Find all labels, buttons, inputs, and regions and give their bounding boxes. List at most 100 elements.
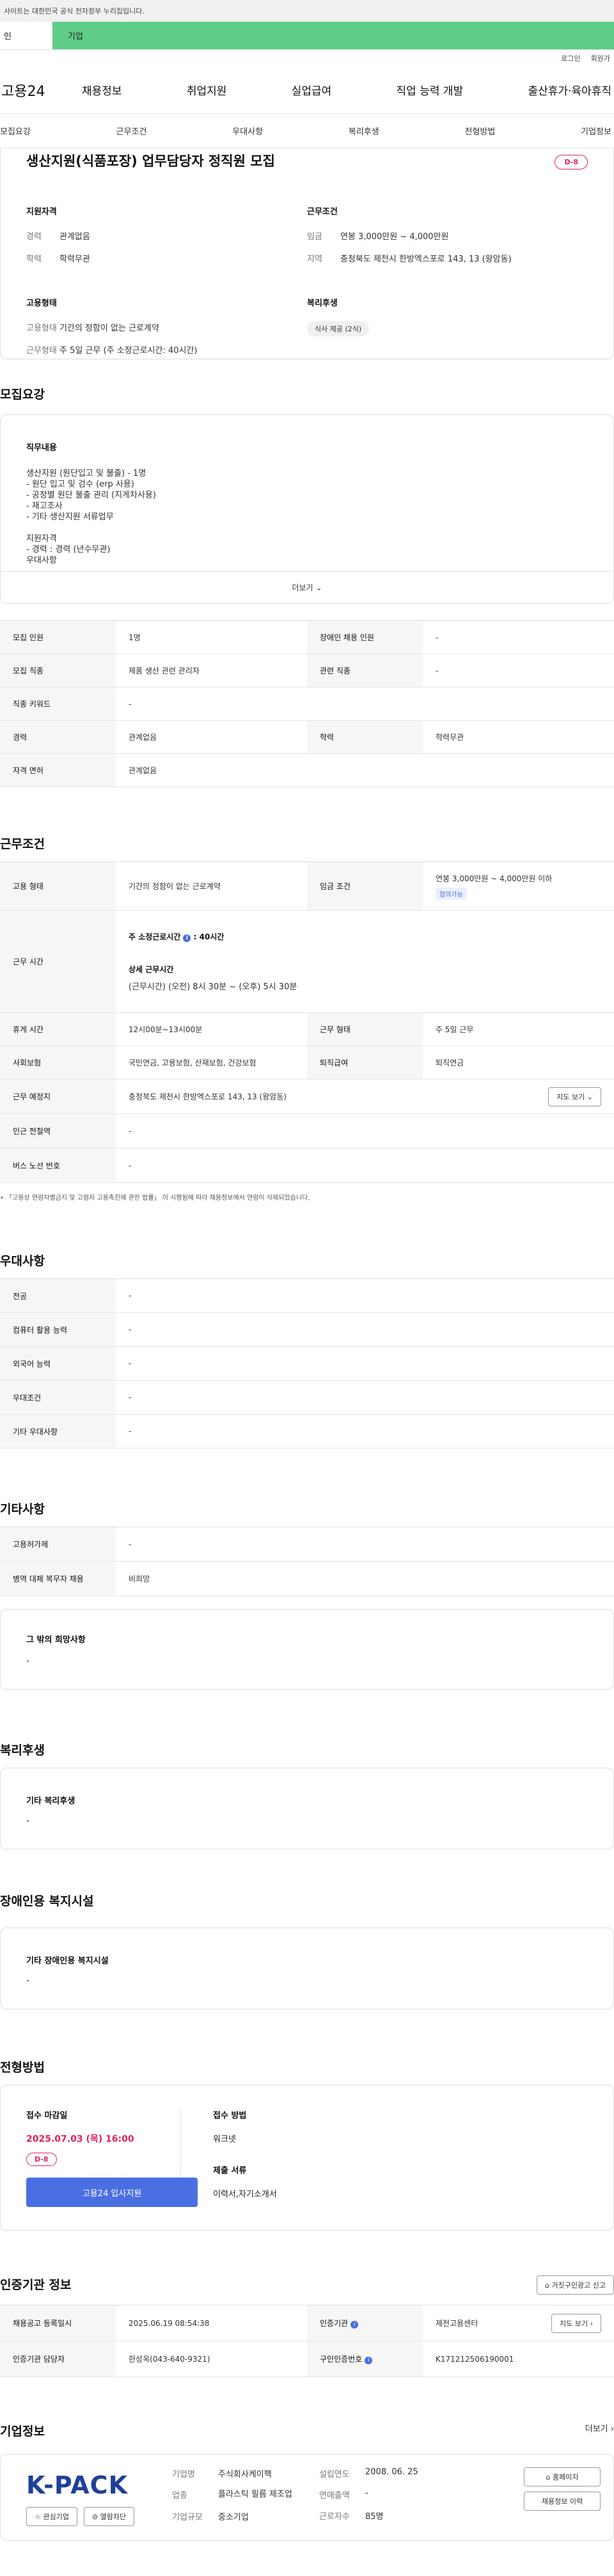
cell-label: 컴퓨터 활용 능력 — [0, 1312, 116, 1347]
duty-line: - 공정별 원단 불출 관리 (지게차사용) — [26, 491, 156, 500]
star-icon: ☆ — [35, 2513, 41, 2521]
agency-map-button[interactable]: 지도 보기 › — [551, 2313, 601, 2333]
table-row: 사회보험 국민연금, 고용보험, 산재보험, 건강보험 퇴직급여 퇴직연금 — [0, 1046, 614, 1080]
value: 주 5일 근무 (주 소정근로시간: 40시간) — [59, 346, 198, 356]
gnb-item-unemployment[interactable]: 실업급여 — [292, 82, 332, 98]
section-title-disability: 장애인용 복지시설 — [0, 1894, 94, 1908]
company-info-2: 설립연도 2008. 06. 25 연매출액 - 근로자수 85명 — [319, 2467, 473, 2540]
label: 설립연도 — [319, 2470, 350, 2479]
table-row: 버스 노선 번호 - — [0, 1148, 614, 1183]
num-label: 구인인증번호 — [320, 2355, 363, 2364]
report-button[interactable]: ⌂ 거짓구인광고 신고 — [537, 2275, 614, 2295]
cell-label: 병역 대체 복무자 채용 — [0, 1561, 116, 1596]
value: 85명 — [365, 2512, 384, 2522]
cell-value: - — [116, 1148, 614, 1183]
info-icon[interactable]: i — [350, 2321, 359, 2329]
section-title-etc: 기타사항 — [0, 1502, 45, 1516]
cell-value: - — [423, 620, 614, 654]
homepage-button[interactable]: ⌂ 홈페이지 — [524, 2467, 601, 2486]
table-row: 인근 전철역 - — [0, 1113, 614, 1149]
anchor-welfare[interactable]: 복리후생 — [349, 125, 379, 137]
duty-line: - 경력 : 경력 (년수무관) — [26, 545, 111, 554]
summary-heading: 지원자격 — [26, 207, 57, 217]
table-row: 컴퓨터 활용 능력 - — [0, 1312, 614, 1347]
duty-line: - 재고조사 — [26, 501, 63, 511]
history-button[interactable]: 채용정보 이력 — [524, 2492, 601, 2511]
label: 기업명 — [172, 2470, 195, 2479]
welfare-heading: 기타 복리후생 — [26, 1796, 75, 1806]
value: 관계없음 — [59, 232, 90, 242]
deadline-dday: D-8 — [26, 2153, 57, 2166]
table-row: 근무 시간 주 소정근로시간 i : 40시간 상세 근무시간 (근무시간) (오… — [0, 910, 614, 1013]
cell-label: 모집 인원 — [0, 620, 116, 654]
global-nav: 고용24 채용정보 취업지원 실업급여 직업 능력 개발 출산휴가·육아휴직 — [0, 67, 614, 114]
tab-company[interactable]: 기업 — [52, 22, 614, 49]
chevron-down-icon: ⌄ — [586, 1092, 593, 1101]
more-button[interactable]: 더보기 ⌄ — [1, 571, 613, 603]
cell-value: 관계없음 — [116, 720, 307, 754]
info-icon[interactable]: i — [365, 2357, 373, 2364]
label: 경력 — [26, 232, 42, 242]
anchor-company[interactable]: 기업정보 — [581, 125, 611, 137]
process-left: 접수 마감일 2025.07.03 (목) 16:00 D-8 고용24 입사지… — [26, 2109, 198, 2207]
company-more-link[interactable]: 더보기 › — [585, 2422, 614, 2434]
cell-value: 충청북도 제천시 한방엑스포로 143, 13 (왕암동) 지도 보기 ⌄ — [116, 1079, 614, 1114]
place-row: 충청북도 제천시 한방엑스포로 143, 13 (왕암동) 지도 보기 ⌄ — [129, 1087, 601, 1106]
cell-label: 인증기관 담당자 — [0, 2341, 116, 2377]
cell-label: 전공 — [0, 1278, 116, 1313]
gnb-item-employment-support[interactable]: 취업지원 — [187, 82, 227, 98]
label: 고용형태 — [26, 324, 57, 333]
age-note-text: 「고용상 연령차별금지 및 고령자 고용촉진에 관한 법률」 이 시행됨에 따라… — [6, 1195, 310, 1202]
user-type-tabs: 인 기업 — [0, 22, 614, 50]
section-title-welfare: 복리후생 — [0, 1743, 45, 1757]
company-box: K-PACK ☆ 관심기업 ⊘ 열람차단 기업명 주식회사케이팩 업종 플라스틱 필… — [0, 2454, 614, 2541]
apply-button[interactable]: 고용24 입사지원 — [26, 2178, 198, 2207]
tab-personal[interactable]: 인 — [0, 22, 52, 49]
block-button[interactable]: ⊘ 열람차단 — [83, 2507, 135, 2526]
cell-value: 1명 — [116, 620, 307, 654]
anchor-pref[interactable]: 우대사항 — [232, 125, 263, 137]
company-links: ⌂ 홈페이지 채용정보 이력 — [473, 2467, 601, 2540]
weekly-label: 주 소정근로시간 — [129, 932, 181, 941]
value: - — [365, 2488, 368, 2498]
value: 주식회사케이팩 — [218, 2470, 272, 2479]
table-row: 자격 면허 관계없음 — [0, 753, 614, 787]
dday-badge: D-8 — [555, 155, 588, 169]
company-logo: K-PACK — [26, 2471, 129, 2499]
cell-label: 인근 전철역 — [0, 1113, 116, 1149]
table-row: 병역 대체 복무자 채용 비희망 — [0, 1561, 614, 1596]
gnb-item-parental-leave[interactable]: 출산휴가·육아휴직 — [528, 82, 611, 98]
summary-heading: 복리후생 — [307, 299, 338, 308]
anchor-work[interactable]: 근무조건 — [116, 125, 147, 137]
table-row: 인증기관 담당자 한성옥(043-640-9321) 구인인증번호 i K1712… — [0, 2341, 614, 2377]
cell-value: 기간의 정함이 없는 근로계약 — [116, 861, 307, 911]
gnb-item-jobs[interactable]: 채용정보 — [82, 82, 122, 98]
cell-value: - — [116, 1278, 614, 1313]
map-button[interactable]: 지도 보기 ⌄ — [548, 1087, 601, 1106]
favorite-button[interactable]: ☆ 관심기업 — [26, 2507, 77, 2526]
gov-banner: 사이트는 대한민국 공식 전자정부 누리집입니다. — [0, 0, 614, 22]
docs-value: 이력서,자기소개서 — [213, 2190, 277, 2199]
summary-benefit: 복리후생 식사 제공 (2식) — [307, 296, 588, 366]
org-value: 제천고용센터 — [436, 2319, 478, 2328]
summary-conditions: 근무조건 임금 연봉 3,000만원 ~ 4,000만원 지역 충청북도 제천시 한… — [307, 205, 588, 274]
table-row: 외국어 능력 - — [0, 1346, 614, 1381]
cell-label: 퇴직급여 — [307, 1046, 423, 1080]
summary-heading: 고용형태 — [26, 299, 57, 308]
login-link[interactable]: 로그인 — [561, 53, 580, 63]
gnb-menu: 채용정보 취업지원 실업급여 직업 능력 개발 출산휴가·육아휴직 — [82, 82, 614, 98]
signup-link[interactable]: 회원가 — [591, 53, 610, 63]
cell-value: 주 소정근로시간 i : 40시간 상세 근무시간 (근무시간) (오전) 8시 … — [116, 910, 614, 1013]
cell-label: 모집 직종 — [0, 654, 116, 687]
anchor-process[interactable]: 전형방법 — [465, 125, 496, 137]
info-icon[interactable]: i — [183, 934, 191, 942]
section-title-work: 근무조건 — [0, 837, 45, 851]
home-icon: ⌂ — [546, 2473, 551, 2481]
cell-value: 학력무관 — [423, 720, 614, 754]
anchor-recruit[interactable]: 모집요강 — [0, 125, 31, 137]
gnb-item-training[interactable]: 직업 능력 개발 — [397, 82, 464, 98]
value: 충청북도 제천시 한방엑스포로 143, 13 (왕암동) — [340, 255, 512, 264]
weekly-hours: 주 소정근로시간 i : 40시간 — [129, 931, 601, 942]
site-logo[interactable]: 고용24 — [0, 80, 82, 100]
process-right: 접수 방법 워크넷 제출 서류 이력서,자기소개서 — [201, 2109, 588, 2207]
